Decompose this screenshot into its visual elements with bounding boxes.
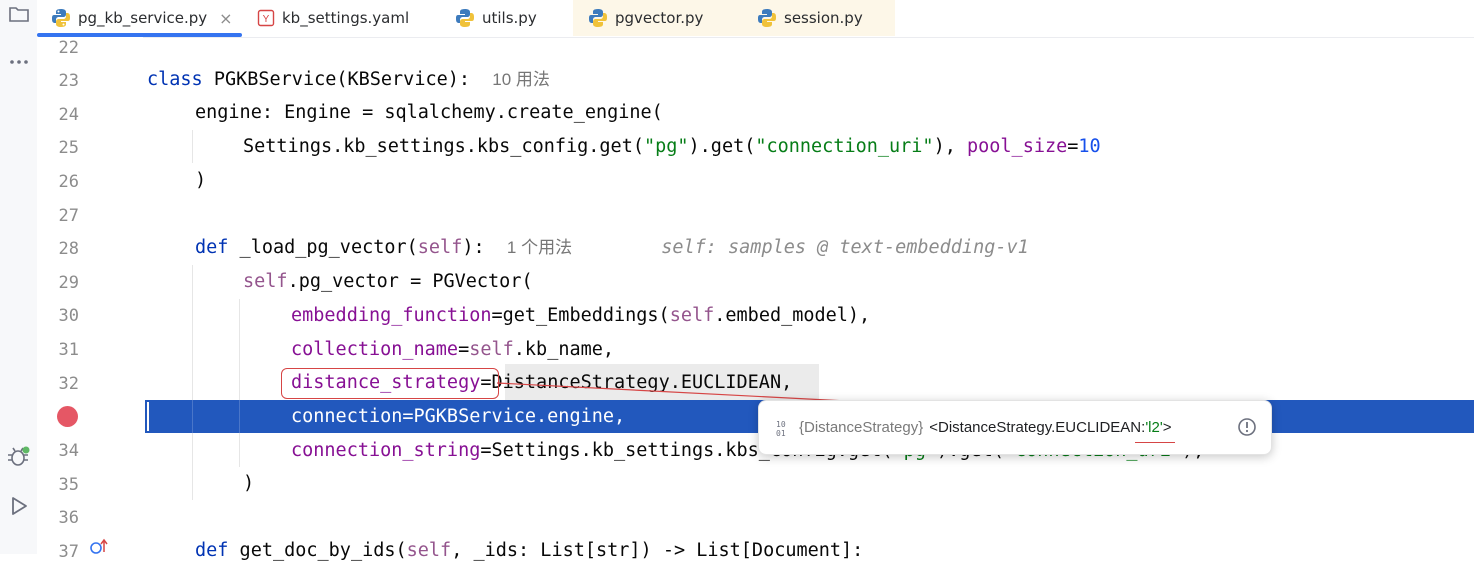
svg-text:10: 10 bbox=[776, 420, 786, 429]
value-end: > bbox=[1162, 419, 1172, 436]
info-icon[interactable] bbox=[1237, 417, 1257, 437]
svg-text:01: 01 bbox=[776, 429, 786, 437]
value-string: 'l2' bbox=[1135, 419, 1176, 443]
value-text: <DistanceStrategy.EUCLIDEAN: bbox=[929, 419, 1146, 436]
annotation-arrow bbox=[496, 382, 1139, 419]
value-type: {DistanceStrategy} bbox=[799, 419, 924, 436]
value-icon: 10 01 bbox=[775, 419, 793, 437]
debug-value-popup[interactable]: 10 01 {DistanceStrategy} <DistanceStrateg… bbox=[758, 400, 1272, 455]
